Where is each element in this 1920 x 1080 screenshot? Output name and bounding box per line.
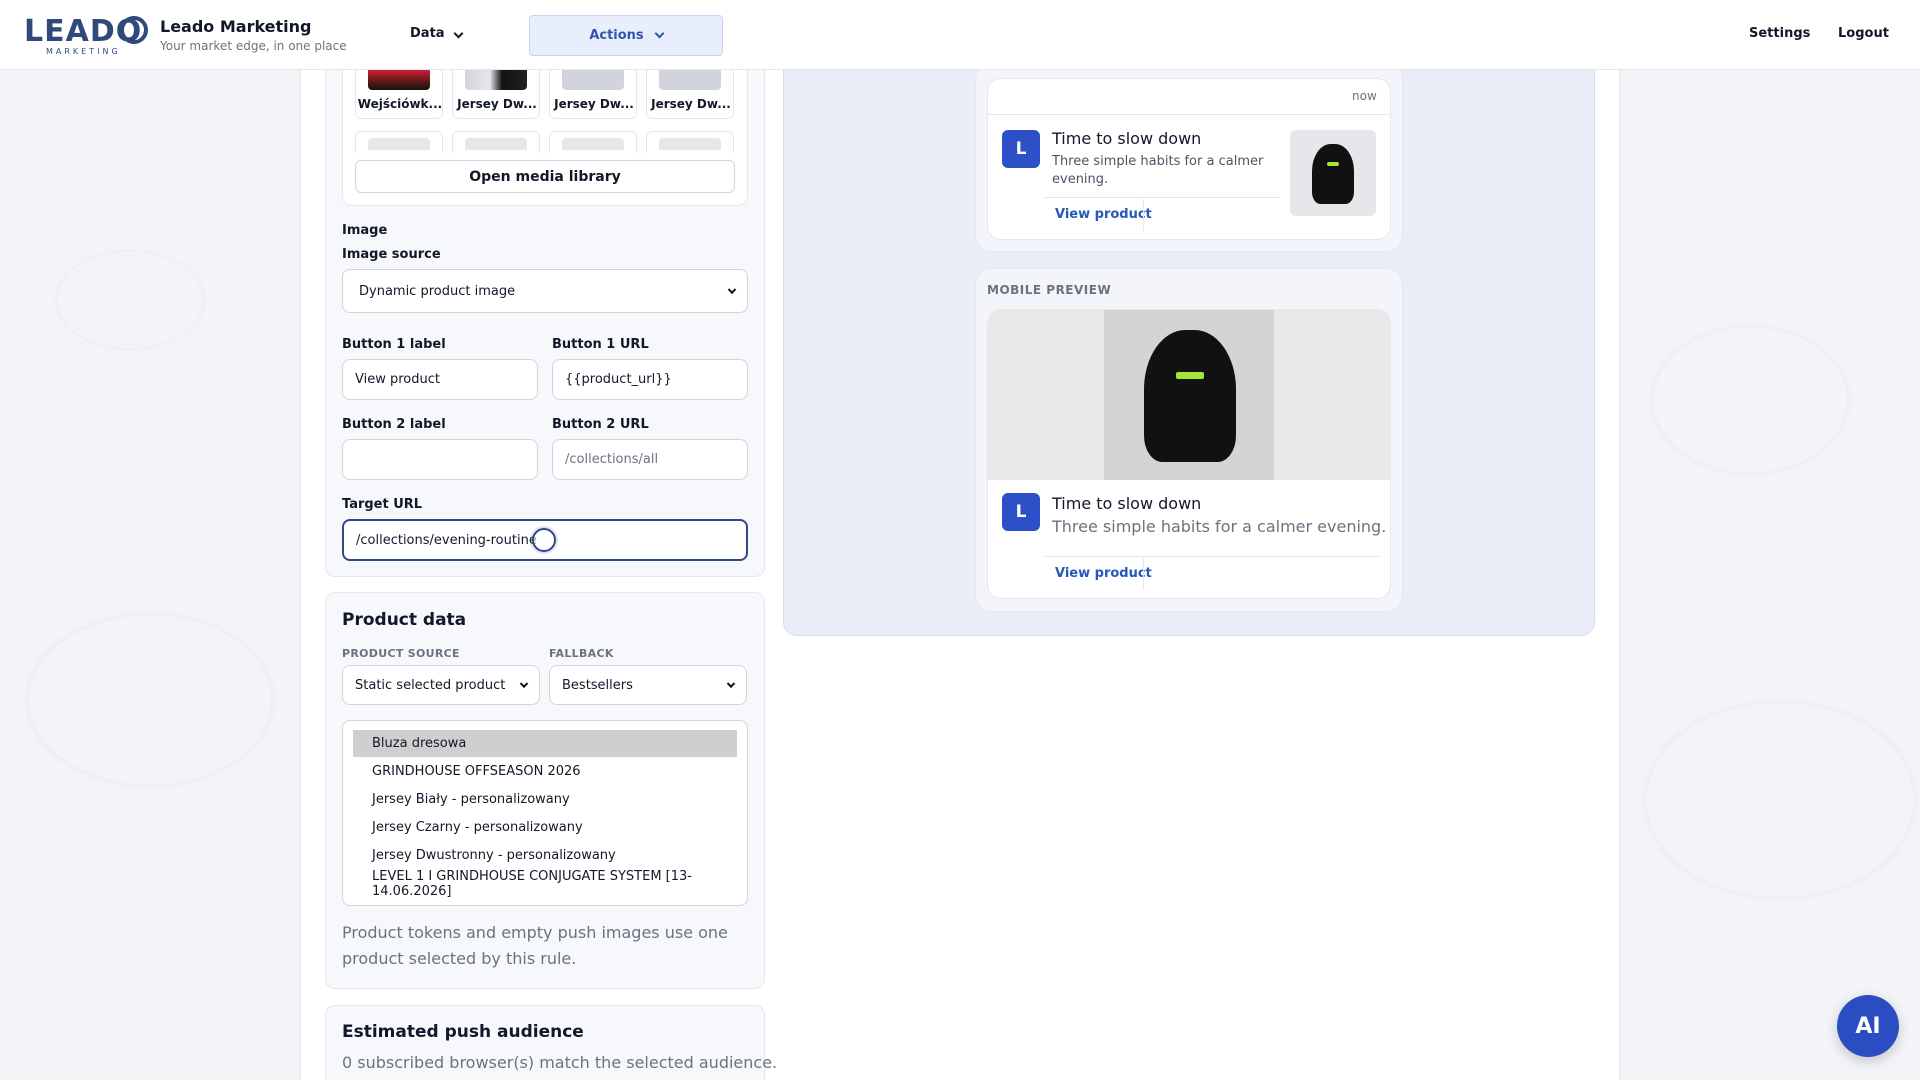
cursor-indicator [532,528,556,552]
list-item[interactable]: Jersey Dwustronny - personalizowany [353,842,737,869]
audience-text: 0 subscribed browser(s) match the select… [342,1053,778,1072]
thumb-image [659,68,721,90]
chevron-down-icon [726,679,736,689]
push-action-button[interactable]: View product [1055,566,1152,581]
chevron-down-icon [453,28,464,39]
nav-settings-link[interactable]: Settings [1749,26,1810,41]
audience-title: Estimated push audience [342,1022,584,1042]
product-listbox[interactable]: Bluza dresowa GRINDHOUSE OFFSEASON 2026 … [342,720,748,906]
fallback-value: Bestsellers [562,677,633,693]
media-thumb[interactable]: Jersey Dw... [549,67,637,119]
media-thumb[interactable] [355,131,443,153]
divider [1143,558,1144,590]
hoodie-logo-icon [1176,372,1204,379]
product-image [1290,130,1376,216]
divider [1143,199,1144,231]
button2-label-input[interactable] [342,439,538,480]
divider [1044,556,1380,557]
mobile-preview-label: MOBILE PREVIEW [987,283,1112,297]
thumb-image [368,68,430,90]
divider [987,114,1391,115]
push-action-button[interactable]: View product [1055,207,1152,222]
button2-url-label: Button 2 URL [552,417,649,432]
media-thumb[interactable]: Jersey Dw... [452,67,540,119]
thumb-image [465,68,527,90]
media-thumb[interactable] [549,131,637,153]
media-thumb[interactable]: Jersey Dw... [646,67,734,119]
list-item[interactable]: Jersey Czarny - personalizowany [353,814,737,841]
button1-label-input[interactable]: View product [342,359,538,400]
push-time: now [1352,89,1377,103]
logo-subtext: MARKETING [46,47,121,56]
list-item[interactable]: LEVEL 1 I GRINDHOUSE CONJUGATE SYSTEM [1… [353,869,737,899]
nav-actions-menu[interactable]: Actions [529,15,723,56]
nav-data-label: Data [410,26,445,41]
list-item[interactable]: GRINDHOUSE OFFSEASON 2026 [353,758,737,785]
image-source-label: Image source [342,247,441,262]
push-title: Time to slow down [1052,494,1202,513]
divider [1044,197,1280,198]
media-thumb[interactable] [646,131,734,153]
image-source-select[interactable]: Dynamic product image [342,269,748,313]
fallback-label: FALLBACK [549,647,614,660]
push-avatar-icon: L [1002,130,1040,168]
button2-url-placeholder: /collections/all [565,452,659,467]
chevron-down-icon [654,28,665,39]
thumb-label: Wejściówk... [357,97,443,111]
push-body: Three simple habits for a calmer evening… [1052,517,1387,536]
hoodie-icon [1312,144,1354,204]
list-item[interactable]: Bluza dresowa [353,730,737,757]
top-header: LEADO MARKETING Leado Marketing Your mar… [0,0,1920,70]
button1-label-value: View product [355,372,440,387]
nav-actions-label: Actions [589,28,644,43]
hoodie-icon [1144,330,1236,462]
nav-data-menu[interactable]: Data [410,26,464,41]
media-thumb[interactable]: Wejściówk... [355,67,443,119]
brand-name: Leado Marketing [160,17,312,36]
target-url-label: Target URL [342,497,423,512]
product-image [1104,310,1274,480]
target-url-value: /collections/evening-routine [356,532,537,548]
chevron-down-icon [727,285,737,295]
product-source-value: Static selected product [355,677,506,693]
product-data-title: Product data [342,610,467,630]
image-source-value: Dynamic product image [359,283,516,299]
thumb-label: Jersey Dw... [554,97,634,111]
push-title: Time to slow down [1052,129,1202,148]
button2-url-input[interactable]: /collections/all [552,439,748,480]
push-avatar-icon: L [1002,493,1040,531]
hoodie-logo-icon [1327,162,1339,166]
thumb-label: Jersey Dw... [457,97,537,111]
thumb-image [562,68,624,90]
logo-mark-icon [120,16,148,44]
chevron-down-icon [519,679,529,689]
product-source-label: PRODUCT SOURCE [342,647,460,660]
button2-label-label: Button 2 label [342,417,446,432]
button1-url-value: {{product_url}} [565,372,672,387]
product-help-text: Product tokens and empty push images use… [342,923,728,968]
image-heading: Image [342,223,388,238]
product-source-select[interactable]: Static selected product [342,665,540,705]
button1-label-label: Button 1 label [342,337,446,352]
push-body: Three simple habits for a calmer evening… [1052,154,1264,187]
leado-logo[interactable]: LEADO MARKETING [24,14,148,56]
button1-url-input[interactable]: {{product_url}} [552,359,748,400]
nav-logout-link[interactable]: Logout [1838,26,1889,41]
fallback-select[interactable]: Bestsellers [549,665,747,705]
brand-tagline: Your market edge, in one place [160,39,347,53]
media-thumb[interactable] [452,131,540,153]
ai-assistant-button[interactable]: AI [1837,995,1899,1057]
open-media-library-button[interactable]: Open media library [355,160,735,193]
list-item[interactable]: Jersey Biały - personalizowany [353,786,737,813]
thumb-label: Jersey Dw... [651,97,731,111]
button1-url-label: Button 1 URL [552,337,649,352]
